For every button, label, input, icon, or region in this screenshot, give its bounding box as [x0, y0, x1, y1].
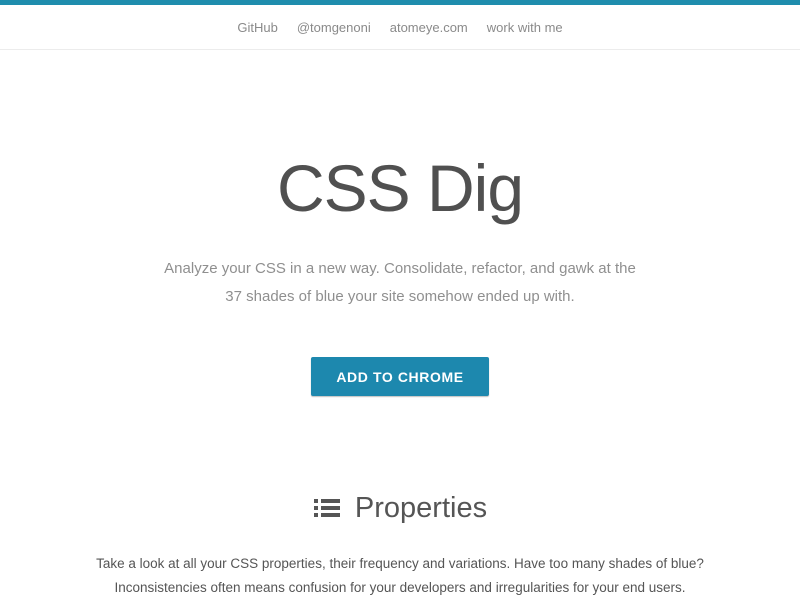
list-icon [313, 499, 340, 517]
nav-link-github[interactable]: GitHub [237, 20, 277, 35]
properties-description-line-2: Inconsistencies often means confusion fo… [114, 580, 686, 595]
add-to-chrome-button[interactable]: ADD TO CHROME [311, 357, 489, 396]
properties-description-line-1: Take a look at all your CSS properties, … [96, 556, 704, 571]
top-nav: GitHub @tomgenoni atomeye.com work with … [0, 5, 800, 50]
nav-link-twitter[interactable]: @tomgenoni [297, 20, 371, 35]
nav-link-atomeye[interactable]: atomeye.com [390, 20, 468, 35]
nav-link-work-with-me[interactable]: work with me [487, 20, 563, 35]
hero-subtitle: Analyze your CSS in a new way. Consolida… [140, 224, 660, 311]
properties-heading-label: Properties [354, 492, 488, 524]
page-title: CSS Dig [276, 151, 524, 225]
properties-section: Properties Take a look at all your CSS p… [0, 396, 800, 600]
hero-subtitle-line-2: 37 shades of blue your site somehow ende… [225, 288, 575, 305]
properties-heading: Properties [313, 488, 487, 528]
properties-description: Take a look at all your CSS properties, … [80, 528, 720, 600]
hero-subtitle-line-1: Analyze your CSS in a new way. Consolida… [164, 260, 636, 277]
cta-container: ADD TO CHROME [0, 311, 800, 396]
hero-section: CSS Dig Analyze your CSS in a new way. C… [0, 50, 800, 396]
